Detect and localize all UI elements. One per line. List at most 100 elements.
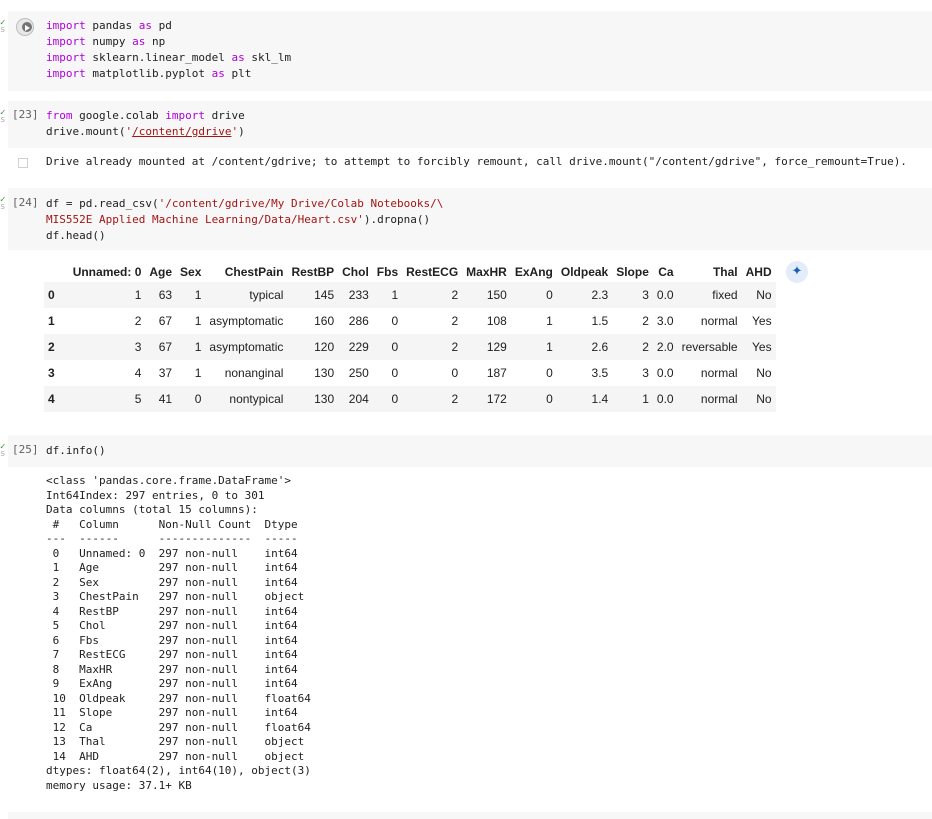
code-token: numpy <box>85 35 133 48</box>
keyword-token: from <box>46 109 73 122</box>
output-line: 11 Slope 297 non-null int64 <box>46 706 311 719</box>
execution-count: [25] <box>12 443 39 456</box>
code-line: df.head() <box>46 228 443 244</box>
string-token: '/content/gdrive/My Drive/Colab Notebook… <box>158 197 444 210</box>
code-token: plt <box>224 67 252 80</box>
output-line: 12 Ca 297 non-null float64 <box>46 720 311 734</box>
column-header: Ca <box>658 265 674 279</box>
table-cell: 1 <box>391 288 399 302</box>
table-cell: 130 <box>314 366 335 380</box>
row-index: 4 <box>48 392 55 406</box>
table-cell: 0 <box>391 314 399 328</box>
table-cell: 286 <box>348 314 369 328</box>
table-cell: 0 <box>391 366 399 380</box>
code-line: df = pd.read_csv('/content/gdrive/My Dri… <box>46 196 443 212</box>
code-token: sklearn.linear_model <box>85 51 232 64</box>
column-header: Slope <box>616 265 649 279</box>
row-index: 3 <box>48 366 55 380</box>
code-editor[interactable]: df = pd.read_csv('/content/gdrive/My Dri… <box>46 196 443 244</box>
keyword-token: as <box>211 67 225 80</box>
output-line: 1 Age 297 non-null int64 <box>46 561 311 574</box>
table-cell: No <box>756 366 772 380</box>
dataframe-table: Unnamed: 0 Age Sex ChestPain RestBP Chol Fbs Re… <box>44 262 776 412</box>
keyword-token: import <box>46 35 86 48</box>
table-cell: 2 <box>451 314 459 328</box>
code-token: ) <box>238 125 245 138</box>
output-line: 3 ChestPain 297 non-null object <box>46 590 311 603</box>
column-header: Oldpeak <box>560 265 609 279</box>
column-header: Fbs <box>376 265 399 279</box>
table-cell: reversable <box>681 340 738 354</box>
table-cell: nontypical <box>229 392 284 406</box>
table-row: 0 1 63 1 typical 145 233 1 2 150 0 2.3 3 0.0 fixed No <box>44 282 776 308</box>
column-header: Thal <box>712 265 738 279</box>
table-cell: 0 <box>546 392 553 406</box>
column-header: ExAng <box>514 265 553 279</box>
run-cell-button[interactable] <box>16 18 34 36</box>
keyword-token: as <box>132 35 146 48</box>
table-cell: normal <box>700 392 738 406</box>
table-cell: 1.5 <box>591 314 609 328</box>
output-line: dtypes: float64(2), int64(10), object(3) <box>46 764 311 777</box>
cell-output-text: Drive already mounted at /content/gdrive… <box>46 155 907 168</box>
execution-count: [23] <box>12 108 39 121</box>
table-cell: 2.3 <box>591 288 609 302</box>
table-cell: 3 <box>642 366 649 380</box>
table-cell: 0 <box>546 288 553 302</box>
code-token: skl_lm <box>244 51 292 64</box>
table-cell: 187 <box>486 366 507 380</box>
table-cell: 0 <box>451 366 459 380</box>
table-cell: 1 <box>194 314 202 328</box>
column-header: MaxHR <box>466 265 507 279</box>
keyword-token: as <box>138 19 152 32</box>
code-token: google.colab <box>72 109 166 122</box>
output-line: 13 Thal 297 non-null object <box>46 735 311 748</box>
code-line: import pandas as pd <box>46 18 291 34</box>
column-header: Sex <box>180 265 202 279</box>
next-cell[interactable] <box>8 812 932 819</box>
output-line: 5 Chol 297 non-null int64 <box>46 619 311 632</box>
code-token: matplotlib.pyplot <box>85 67 212 80</box>
code-editor[interactable]: df.info() <box>46 443 106 459</box>
output-line: 0 Unnamed: 0 297 non-null int64 <box>46 546 311 560</box>
column-header <box>44 262 69 282</box>
code-editor[interactable]: import pandas as pd import numpy as np imp… <box>46 18 291 82</box>
table-cell: No <box>756 392 772 406</box>
table-cell: 1 <box>134 288 142 302</box>
column-header: AHD <box>745 265 772 279</box>
column-header: Chol <box>342 265 369 279</box>
code-line: import numpy as np <box>46 34 291 50</box>
table-cell: 1 <box>642 392 649 406</box>
table-cell: 3 <box>134 340 142 354</box>
table-cell: No <box>756 288 772 302</box>
keyword-token: as <box>231 51 245 64</box>
table-cell: 1 <box>546 340 553 354</box>
output-line: 4 RestBP 297 non-null int64 <box>46 604 311 618</box>
table-cell: 145 <box>314 288 335 302</box>
table-cell: 37 <box>158 366 173 380</box>
table-cell: 5 <box>134 392 142 406</box>
table-cell: normal <box>700 314 738 328</box>
table-row: 3 4 37 1 nonanginal 130 250 0 0 187 0 3.5 3 0.0 normal… <box>44 360 776 386</box>
table-row: 2 3 67 1 asymptomatic 120 229 0 2 129 1 2.6 2 2.0 reve… <box>44 334 776 360</box>
output-line: 9 ExAng 297 non-null int64 <box>46 677 311 690</box>
table-cell: asymptomatic <box>209 340 284 354</box>
row-index: 2 <box>48 340 55 354</box>
code-token: ).dropna() <box>363 213 431 226</box>
code-cell-df-info[interactable] <box>8 435 932 467</box>
output-line: Int64Index: 297 entries, 0 to 301 <box>46 488 265 502</box>
output-icon[interactable] <box>18 158 28 168</box>
code-token: df.head() <box>46 229 106 242</box>
table-cell: 1 <box>194 366 202 380</box>
table-cell: 1.4 <box>591 392 609 406</box>
dataframe-header-row: Unnamed: 0 Age Sex ChestPain RestBP Chol Fbs Re… <box>44 262 776 282</box>
table-cell: 108 <box>486 314 507 328</box>
table-cell: 129 <box>486 340 507 354</box>
code-token: df.info() <box>46 444 106 457</box>
table-cell: 3.5 <box>591 366 609 380</box>
code-editor[interactable]: from google.colab import drive drive.moun… <box>46 108 245 140</box>
table-cell: 2 <box>642 314 649 328</box>
table-cell: 130 <box>314 392 335 406</box>
magic-wand-icon[interactable]: ✦ <box>786 261 808 283</box>
column-header: Unnamed: 0 <box>72 265 142 279</box>
